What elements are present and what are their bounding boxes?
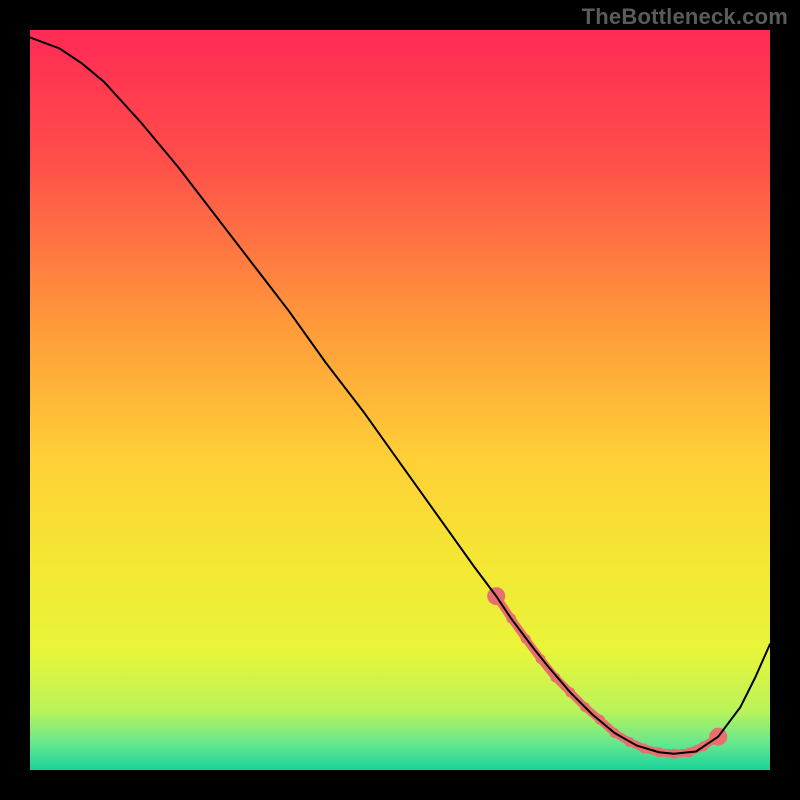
chart-container: TheBottleneck.com [0,0,800,800]
chart-background [30,30,770,770]
chart-svg [30,30,770,770]
watermark-text: TheBottleneck.com [582,4,788,30]
plot-area [30,30,770,770]
